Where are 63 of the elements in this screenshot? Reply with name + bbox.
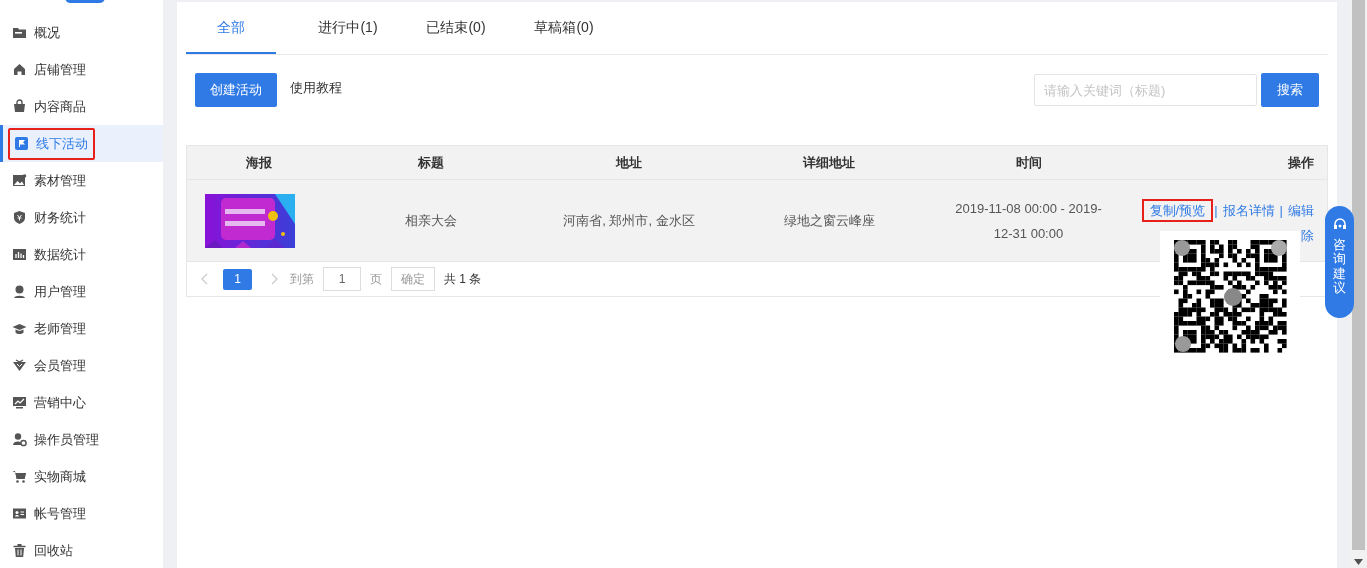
sidebar-item[interactable]: 财务统计 [0,199,163,236]
table-cell: 2019-11-08 00:00 - 2019-12-31 00:00 [955,200,1102,241]
sidebar-item[interactable]: 数据统计 [0,236,163,273]
graduation-cap-icon [12,321,27,336]
goto-label: 到第 [290,270,314,288]
flag-icon [14,136,29,151]
page-unit: 页 [370,270,382,288]
page-input[interactable]: 1 [323,267,361,291]
sidebar-item[interactable]: 操作员管理 [0,421,163,458]
sidebar-item[interactable]: 老师管理 [0,310,163,347]
action-link[interactable]: 复制/预览 [1141,198,1214,222]
badge-icon [12,358,27,373]
trend-chart-icon [12,395,27,410]
user-gear-icon [12,432,27,447]
shield-icon [12,210,27,225]
column-header: 地址 [614,153,643,172]
action-link[interactable]: 除 [1301,227,1314,243]
tutorial-link[interactable]: 使用教程 [290,79,342,97]
cart-icon [12,469,27,484]
column-header: 海报 [245,153,273,172]
table-cell: 相亲大会 [405,212,457,228]
column-header: 时间 [1014,153,1043,172]
total-count: 共 1 条 [444,270,482,288]
trash-icon [12,543,27,558]
sidebar-item[interactable]: 素材管理 [0,162,163,199]
table-cell: 绿地之窗云峰座 [783,212,875,228]
sidebar-item[interactable]: 概况 [0,14,163,51]
scroll-down-icon[interactable] [1354,559,1363,565]
sidebar-item[interactable]: 帐号管理 [0,495,163,532]
bag-icon [12,99,27,114]
sidebar-item[interactable]: 线下活动 [0,125,163,162]
highlight-frame: 线下活动 [8,127,95,160]
column-header: 标题 [417,153,445,172]
sidebar-item[interactable]: 用户管理 [0,273,163,310]
tab[interactable]: 全部 [186,2,276,54]
sidebar-item[interactable]: 营销中心 [0,384,163,421]
sidebar-item[interactable]: 会员管理 [0,347,163,384]
tab[interactable]: 草稿箱(0) [510,2,618,54]
scrollbar-thumb[interactable] [1352,0,1365,550]
tab[interactable]: 进行中(1) [294,2,402,54]
page-button[interactable]: 1 [223,268,252,290]
column-header: 操作 [1287,153,1315,172]
separator: | [1279,202,1283,218]
folder-icon [12,25,27,40]
column-header: 详细地址 [801,153,856,172]
action-link[interactable]: 报名详情 [1222,202,1275,218]
user-icon [12,284,27,299]
feedback-button[interactable]: 咨询建议 [1325,206,1354,318]
sidebar-item[interactable]: 回收站 [0,532,163,568]
image-icon [12,173,27,188]
headset-icon [1332,218,1347,232]
action-link[interactable]: 编辑 [1288,202,1314,218]
sidebar-item[interactable]: 内容商品 [0,88,163,125]
tab[interactable]: 已结束(0) [402,2,510,54]
table-cell: 河南省, 郑州市, 金水区 [563,212,695,228]
sidebar-item[interactable]: 实物商城 [0,458,163,495]
sidebar-item[interactable]: 店铺管理 [0,51,163,88]
id-card-icon [12,506,27,521]
house-icon [12,62,27,77]
search-button[interactable]: 搜索 [1261,73,1319,107]
separator: | [1214,202,1218,218]
bar-chart-icon [12,247,27,262]
create-button[interactable]: 创建活动 [195,73,277,107]
